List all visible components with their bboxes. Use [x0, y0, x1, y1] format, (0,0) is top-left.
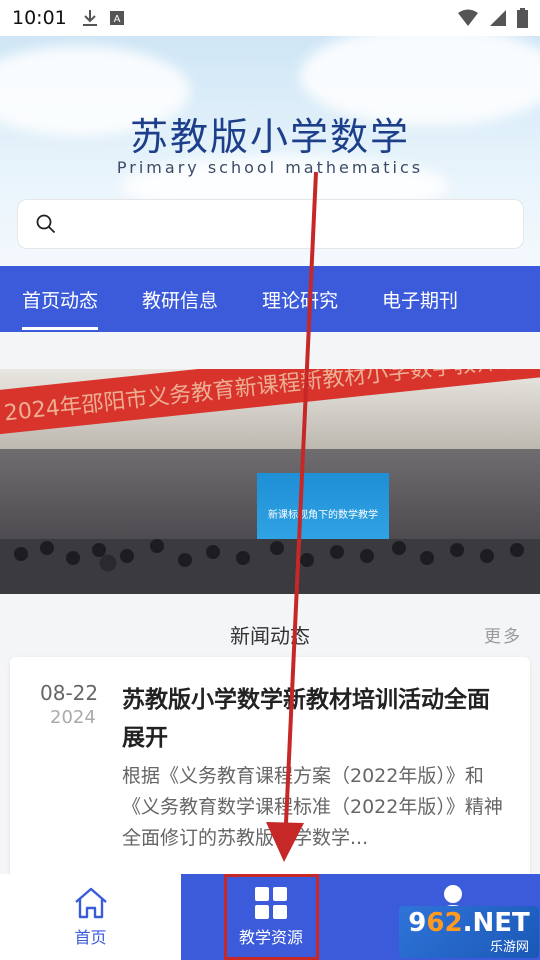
- app-subtitle: Primary school mathematics: [116, 158, 424, 177]
- download-icon: [83, 10, 97, 26]
- search-input[interactable]: [66, 204, 523, 244]
- news-date: 08-22: [40, 681, 99, 705]
- screen-text: 新课标视角下的数学教学: [268, 509, 378, 521]
- header: 苏教版小学数学 Primary school mathematics: [0, 36, 540, 266]
- status-bar: 10:01 A: [0, 0, 540, 36]
- news-section-header: 新闻动态 更多: [0, 604, 540, 656]
- signal-icon: [490, 10, 506, 26]
- battery-icon: [517, 8, 528, 28]
- nav-home-label: 首页: [74, 928, 107, 947]
- tab-home-news[interactable]: 首页动态: [22, 266, 99, 332]
- app-title: 苏教版小学数学: [129, 115, 410, 159]
- news-headline: 苏教版小学数学新教材培训活动全面展开: [122, 687, 490, 751]
- wifi-icon: [458, 9, 478, 26]
- nav-home[interactable]: 首页: [0, 874, 181, 960]
- annotation-highlight-box: [224, 874, 319, 960]
- audience: [0, 539, 540, 594]
- tab-theory-research[interactable]: 理论研究: [262, 266, 338, 332]
- svg-text:A: A: [114, 14, 121, 25]
- tab-bar: 首页动态 教研信息 理论研究 电子期刊: [0, 266, 540, 332]
- tab-research-info[interactable]: 教研信息: [142, 266, 218, 332]
- tab-e-journal[interactable]: 电子期刊: [382, 266, 458, 332]
- search-icon: [36, 214, 56, 234]
- banner-image[interactable]: 2024年邵阳市义务教育新课程新教材小学数学教师培训 新课标视角下的数学教学: [0, 369, 540, 594]
- news-summary: 根据《义务教育课程方案（2022年版）》和《义务教育数学课程标准（2022年版）…: [122, 765, 503, 849]
- more-link[interactable]: 更多: [484, 622, 522, 647]
- search-box[interactable]: [17, 199, 524, 249]
- news-section-title: 新闻动态: [230, 624, 310, 648]
- status-time: 10:01: [12, 7, 67, 29]
- news-card[interactable]: 08-22 2024 苏教版小学数学新教材培训活动全面展开 根据《义务教育课程方…: [10, 657, 530, 887]
- home-icon: [74, 887, 107, 919]
- news-year: 2024: [50, 707, 96, 728]
- app-notification-icon: A: [110, 11, 124, 25]
- site-watermark-logo: 962.NET 乐游网: [399, 906, 539, 958]
